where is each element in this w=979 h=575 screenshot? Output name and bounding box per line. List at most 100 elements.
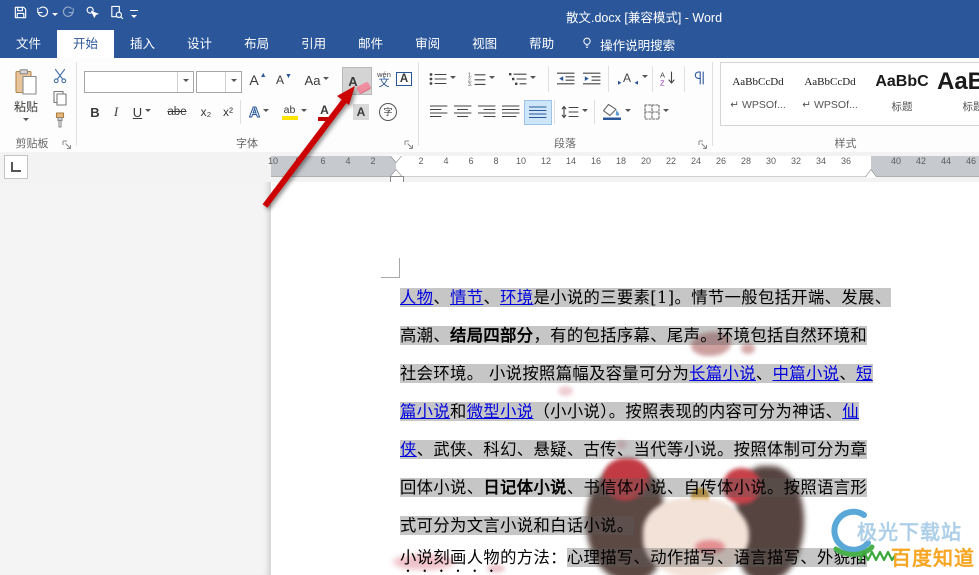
font-size-caret[interactable] xyxy=(225,72,241,92)
numbering-icon: 1. 2. 3. xyxy=(468,72,486,88)
tab-stop-selector[interactable] xyxy=(4,155,28,179)
ruler-number: 6 xyxy=(468,156,474,166)
align-center-button[interactable] xyxy=(452,102,474,122)
save-button[interactable] xyxy=(12,6,29,23)
paste-button[interactable]: 粘贴 xyxy=(6,63,46,129)
redo-button[interactable] xyxy=(60,5,77,25)
tab-help[interactable]: 帮助 xyxy=(513,30,570,58)
small-divider xyxy=(594,100,595,124)
bold-label: B xyxy=(90,104,100,120)
numbering-button[interactable]: 1. 2. 3. xyxy=(464,68,498,90)
multilevel-list-button[interactable] xyxy=(504,68,540,90)
svg-text:A: A xyxy=(623,71,631,85)
distribute-button[interactable] xyxy=(524,100,552,125)
style-item[interactable]: AaBbCcDd ↵ WPSOf... xyxy=(799,67,861,121)
copy-icon xyxy=(52,90,68,106)
cut-button[interactable] xyxy=(48,66,72,86)
copy-button[interactable] xyxy=(48,88,72,108)
asian-layout-button[interactable]: A xyxy=(614,66,650,90)
show-hide-marks-button[interactable] xyxy=(688,66,710,90)
style-item[interactable]: AaBbC 标题 xyxy=(937,67,979,121)
tab-mailings[interactable]: 邮件 xyxy=(342,30,399,58)
ruler-number: 4 xyxy=(443,156,449,166)
ruler-number: 26 xyxy=(715,156,727,166)
watermark-site-text: 极光下载站 xyxy=(857,522,962,544)
align-left-button[interactable] xyxy=(428,102,450,122)
ruler-number: 16 xyxy=(590,156,602,166)
phonetic-guide-button[interactable]: wén 文 xyxy=(374,65,394,95)
character-border-button[interactable]: A xyxy=(394,67,414,91)
underline-button[interactable]: U xyxy=(128,102,156,122)
bold-button[interactable]: B xyxy=(86,102,104,122)
touch-mouse-mode-button[interactable] xyxy=(84,6,101,23)
customize-qat-button[interactable] xyxy=(130,10,138,11)
ruler-number: 2 xyxy=(418,156,424,166)
small-divider xyxy=(608,66,609,92)
strikethrough-button[interactable]: abe xyxy=(162,102,192,122)
style-item[interactable]: AaBbCcDd ↵ WPSOf... xyxy=(727,67,789,121)
font-size-combobox[interactable] xyxy=(196,71,242,93)
group-divider xyxy=(76,62,77,146)
paste-label: 粘贴 xyxy=(13,99,38,114)
tell-me-box[interactable]: 操作说明搜索 xyxy=(580,30,675,58)
tab-file[interactable]: 文件 xyxy=(0,30,57,58)
ribbon: 粘贴 剪贴板 A ▲ A ▼ Aa A wén 文 A B I U abe x₂… xyxy=(0,58,979,153)
decrease-indent-button[interactable] xyxy=(554,68,578,90)
distribute-icon xyxy=(528,105,547,120)
tab-design[interactable]: 设计 xyxy=(171,30,228,58)
print-preview-button[interactable] xyxy=(108,5,125,23)
subscript-button[interactable]: x₂ xyxy=(196,102,216,122)
paint-bucket-icon xyxy=(602,103,622,120)
undo-dropdown-caret[interactable] xyxy=(52,13,58,19)
font-dialog-launcher[interactable] xyxy=(404,137,416,149)
cut-icon xyxy=(52,68,68,84)
ruler-number: 24 xyxy=(690,156,702,166)
tab-home[interactable]: 开始 xyxy=(57,30,115,58)
undo-button[interactable] xyxy=(34,5,51,23)
paste-icon xyxy=(15,68,37,95)
tab-references[interactable]: 引用 xyxy=(285,30,342,58)
tab-layout[interactable]: 布局 xyxy=(228,30,285,58)
style-item[interactable]: AaBbC 标题 xyxy=(871,67,933,121)
sort-button[interactable]: AZ xyxy=(656,66,680,90)
redo-icon xyxy=(61,5,76,25)
ruler-number: 10 xyxy=(515,156,527,166)
tab-review[interactable]: 审阅 xyxy=(399,30,456,58)
font-name-combobox[interactable] xyxy=(84,71,194,93)
clipboard-group-label: 剪贴板 xyxy=(15,138,49,150)
ruler-number: 14 xyxy=(565,156,577,166)
style-name: ↵ WPSOf... xyxy=(802,99,858,111)
format-painter-button[interactable] xyxy=(48,110,72,130)
document-background xyxy=(0,182,271,575)
superscript-button[interactable]: x² xyxy=(218,102,238,122)
increase-indent-button[interactable] xyxy=(580,68,604,90)
styles-group-label: 样式 xyxy=(834,138,857,150)
tab-insert[interactable]: 插入 xyxy=(114,30,171,58)
ruler-number: 34 xyxy=(815,156,827,166)
subscript-label: x₂ xyxy=(200,105,212,119)
line-spacing-button[interactable] xyxy=(558,100,590,124)
paragraph-dialog-launcher[interactable] xyxy=(698,137,710,149)
clipboard-dialog-launcher[interactable] xyxy=(62,137,74,149)
borders-button[interactable] xyxy=(638,100,674,124)
justify-button[interactable] xyxy=(500,102,522,122)
ruler-number: 8 xyxy=(493,156,499,166)
bullets-button[interactable] xyxy=(426,68,458,90)
align-right-button[interactable] xyxy=(476,102,498,122)
red-annotation-arrow xyxy=(262,86,355,208)
asian-layout-icon: A xyxy=(617,70,639,86)
shading-button[interactable] xyxy=(598,99,634,124)
tab-stop-icon xyxy=(11,162,21,172)
font-name-caret[interactable] xyxy=(177,72,193,92)
lightbulb-icon xyxy=(580,36,600,53)
style-name: ↵ WPSOf... xyxy=(730,99,786,111)
italic-button[interactable]: I xyxy=(108,102,124,122)
ruler-number: 36 xyxy=(840,156,852,166)
bullets-icon xyxy=(429,72,447,86)
enclose-characters-button[interactable]: 字 xyxy=(376,101,400,123)
tab-view[interactable]: 视图 xyxy=(456,30,513,58)
customize-qat-caret[interactable] xyxy=(131,15,137,21)
right-indent-marker[interactable] xyxy=(865,164,877,178)
style-sample: AaBbC xyxy=(937,68,979,95)
picture-face xyxy=(643,498,749,575)
